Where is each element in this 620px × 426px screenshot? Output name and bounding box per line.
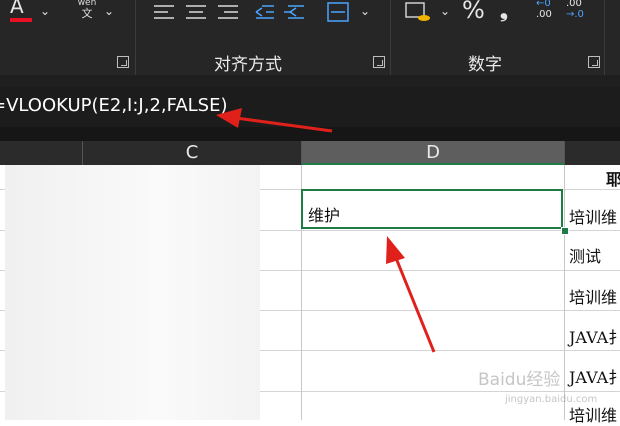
arrow-to-formula bbox=[216, 108, 333, 133]
annotation-arrows bbox=[216, 108, 436, 353]
arrow-to-cell bbox=[386, 236, 436, 353]
